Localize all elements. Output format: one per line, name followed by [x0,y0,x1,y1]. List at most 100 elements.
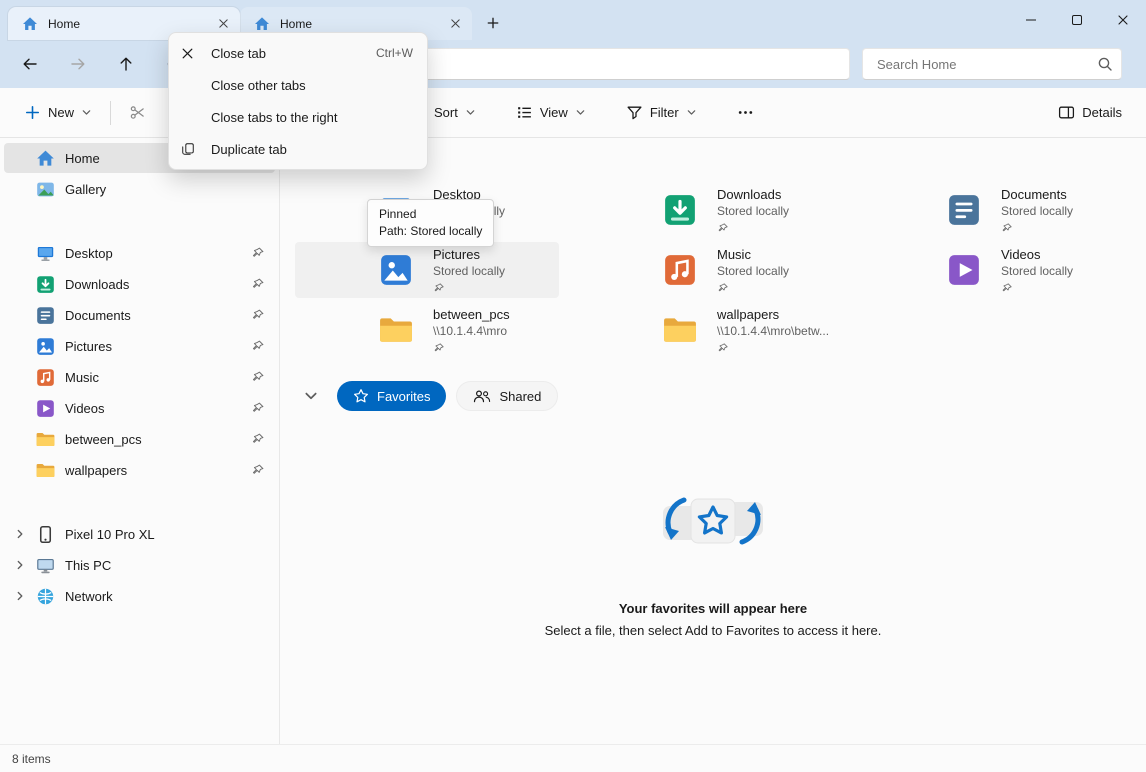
pin-icon [251,277,265,291]
sidebar-item-desktop[interactable]: Desktop [4,238,275,268]
menu-item-duplicate-tab[interactable]: Duplicate tab [173,133,423,165]
empty-state-title: Your favorites will appear here [280,601,1146,616]
details-pane-button[interactable]: Details [1050,98,1130,127]
chevron-down-icon [686,107,697,118]
quick-access-item-between-pcs[interactable]: between_pcs \\10.1.4.4\mro [295,302,559,358]
file-explorer-window: Home Home [0,0,1146,772]
sidebar-item-gallery[interactable]: Gallery [4,174,275,204]
forward-button[interactable] [64,50,92,78]
toolbar-divider [110,101,111,125]
new-button[interactable]: New [16,98,100,127]
sort-button[interactable]: Sort [426,99,484,126]
pictures-icon [36,337,55,356]
search-input[interactable] [875,56,1097,73]
chevron-right-icon[interactable] [14,559,26,571]
chevron-down-icon [81,107,92,118]
documents-icon [947,193,981,227]
tooltip-line-2: Path: Stored locally [379,223,482,240]
downloads-icon [663,193,697,227]
close-icon [181,45,211,61]
music-icon [36,368,55,387]
documents-icon [36,306,55,325]
phone-icon [36,525,55,544]
home-icon [254,16,270,32]
pin-icon [717,222,729,234]
tab-label: Home [48,17,214,31]
downloads-icon [36,275,55,294]
favorites-section-header: Favorites Shared [303,381,558,411]
network-icon [36,587,55,606]
sidebar-item-pictures[interactable]: Pictures [4,331,275,361]
view-icon [516,104,533,121]
quick-access-item-pictures[interactable]: Pictures Stored locally [295,242,559,298]
up-button[interactable] [112,50,140,78]
pictures-icon [379,253,413,287]
folder-icon [379,313,413,347]
chevron-right-icon[interactable] [14,590,26,602]
sidebar-item-videos[interactable]: Videos [4,393,275,423]
desktop-icon [36,244,55,263]
cut-button[interactable] [121,98,154,127]
up-arrow-icon [118,56,134,72]
details-pane-icon [1058,104,1075,121]
more-options-button[interactable] [729,98,762,127]
new-label: New [48,105,74,120]
videos-icon [36,399,55,418]
pin-icon [433,342,445,354]
quick-access-item-videos[interactable]: Videos Stored locally [863,242,1127,298]
close-button[interactable] [1100,0,1146,40]
sidebar-item-this-pc[interactable]: This PC [4,550,275,580]
quick-access-item-documents[interactable]: Documents Stored locally [863,182,1127,238]
tab-close-icon[interactable] [446,15,464,33]
sidebar-item-downloads[interactable]: Downloads [4,269,275,299]
music-icon [663,253,697,287]
view-button[interactable]: View [508,98,594,127]
chevron-down-icon [575,107,586,118]
sidebar-item-pixel-10-pro-xl[interactable]: Pixel 10 Pro XL [4,519,275,549]
back-button[interactable] [16,50,44,78]
menu-item-close-tab[interactable]: Close tab Ctrl+W [173,37,423,69]
sidebar-item-documents[interactable]: Documents [4,300,275,330]
sort-label: Sort [434,105,458,120]
tab-close-icon[interactable] [214,15,232,33]
shared-tab[interactable]: Shared [456,381,558,411]
tab-label: Home [280,17,446,31]
pinned-tooltip: Pinned Path: Stored locally [367,199,494,247]
people-icon [473,388,491,404]
plus-icon [486,16,500,30]
sidebar-item-music[interactable]: Music [4,362,275,392]
plus-icon [24,104,41,121]
pin-icon [1001,282,1013,294]
chevron-down-icon[interactable] [303,388,319,404]
ellipsis-icon [737,104,754,121]
status-bar: 8 items [0,744,1146,772]
menu-item-close-other-tabs[interactable]: Close other tabs [173,69,423,101]
quick-access-item-downloads[interactable]: Downloads Stored locally [579,182,843,238]
pin-icon [251,246,265,260]
favorites-tab[interactable]: Favorites [337,381,446,411]
pin-icon [251,432,265,446]
pin-icon [251,401,265,415]
new-tab-button[interactable] [478,8,508,38]
pin-icon [433,282,445,294]
maximize-button[interactable] [1054,0,1100,40]
folder-icon [663,313,697,347]
view-label: View [540,105,568,120]
sidebar-item-network[interactable]: Network [4,581,275,611]
home-icon [36,149,55,168]
sidebar-item-between-pcs[interactable]: between_pcs [4,424,275,454]
chevron-right-icon[interactable] [14,528,26,540]
quick-access-item-wallpapers[interactable]: wallpapers \\10.1.4.4\mro\betw... [579,302,843,358]
minimize-button[interactable] [1008,0,1054,40]
close-icon [1117,14,1129,26]
filter-button[interactable]: Filter [618,98,705,127]
search-box[interactable] [862,48,1122,80]
favorites-empty-state: Your favorites will appear here Select a… [280,490,1146,638]
search-icon [1097,56,1113,72]
quick-access-item-music[interactable]: Music Stored locally [579,242,843,298]
tab-context-menu: Close tab Ctrl+W Close other tabs Close … [168,32,428,170]
items-count: 8 items [12,752,51,766]
menu-item-close-tabs-to-the-right[interactable]: Close tabs to the right [173,101,423,133]
forward-arrow-icon [70,56,86,72]
sidebar-item-wallpapers[interactable]: wallpapers [4,455,275,485]
